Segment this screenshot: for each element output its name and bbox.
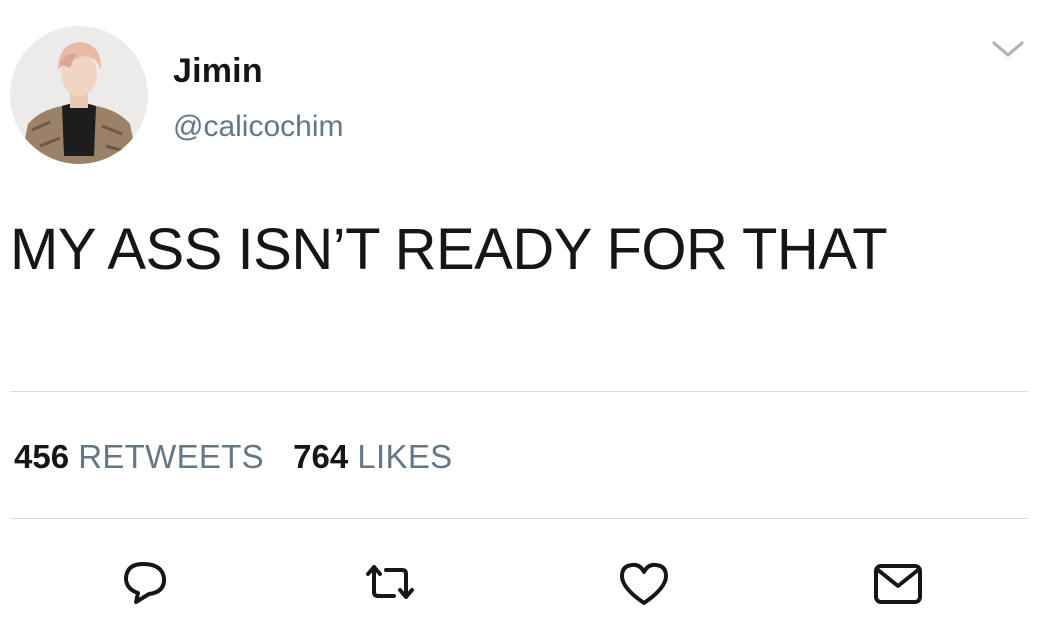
reply-button[interactable] (116, 556, 176, 612)
retweet-button[interactable] (360, 556, 420, 612)
divider (10, 518, 1028, 519)
envelope-icon (874, 564, 922, 604)
retweet-count[interactable]: 456 (14, 438, 69, 475)
tweet-stats: 456 RETWEETS 764 LIKES (14, 438, 452, 476)
like-label[interactable]: LIKES (357, 438, 452, 475)
avatar-photo (10, 26, 148, 164)
tweet-text: MY ASS ISN’T READY FOR THAT (10, 217, 888, 282)
user-handle[interactable]: @calicochim (173, 110, 344, 144)
retweet-label[interactable]: RETWEETS (78, 438, 264, 475)
avatar[interactable] (10, 26, 148, 164)
heart-icon (620, 562, 668, 605)
retweet-icon (366, 565, 414, 599)
like-count[interactable]: 764 (293, 438, 348, 475)
display-name[interactable]: Jimin (173, 52, 263, 91)
direct-message-button[interactable] (868, 556, 928, 612)
chevron-down-icon[interactable] (986, 34, 1030, 64)
reply-icon (124, 562, 167, 604)
like-button[interactable] (614, 556, 674, 612)
divider (10, 391, 1028, 392)
